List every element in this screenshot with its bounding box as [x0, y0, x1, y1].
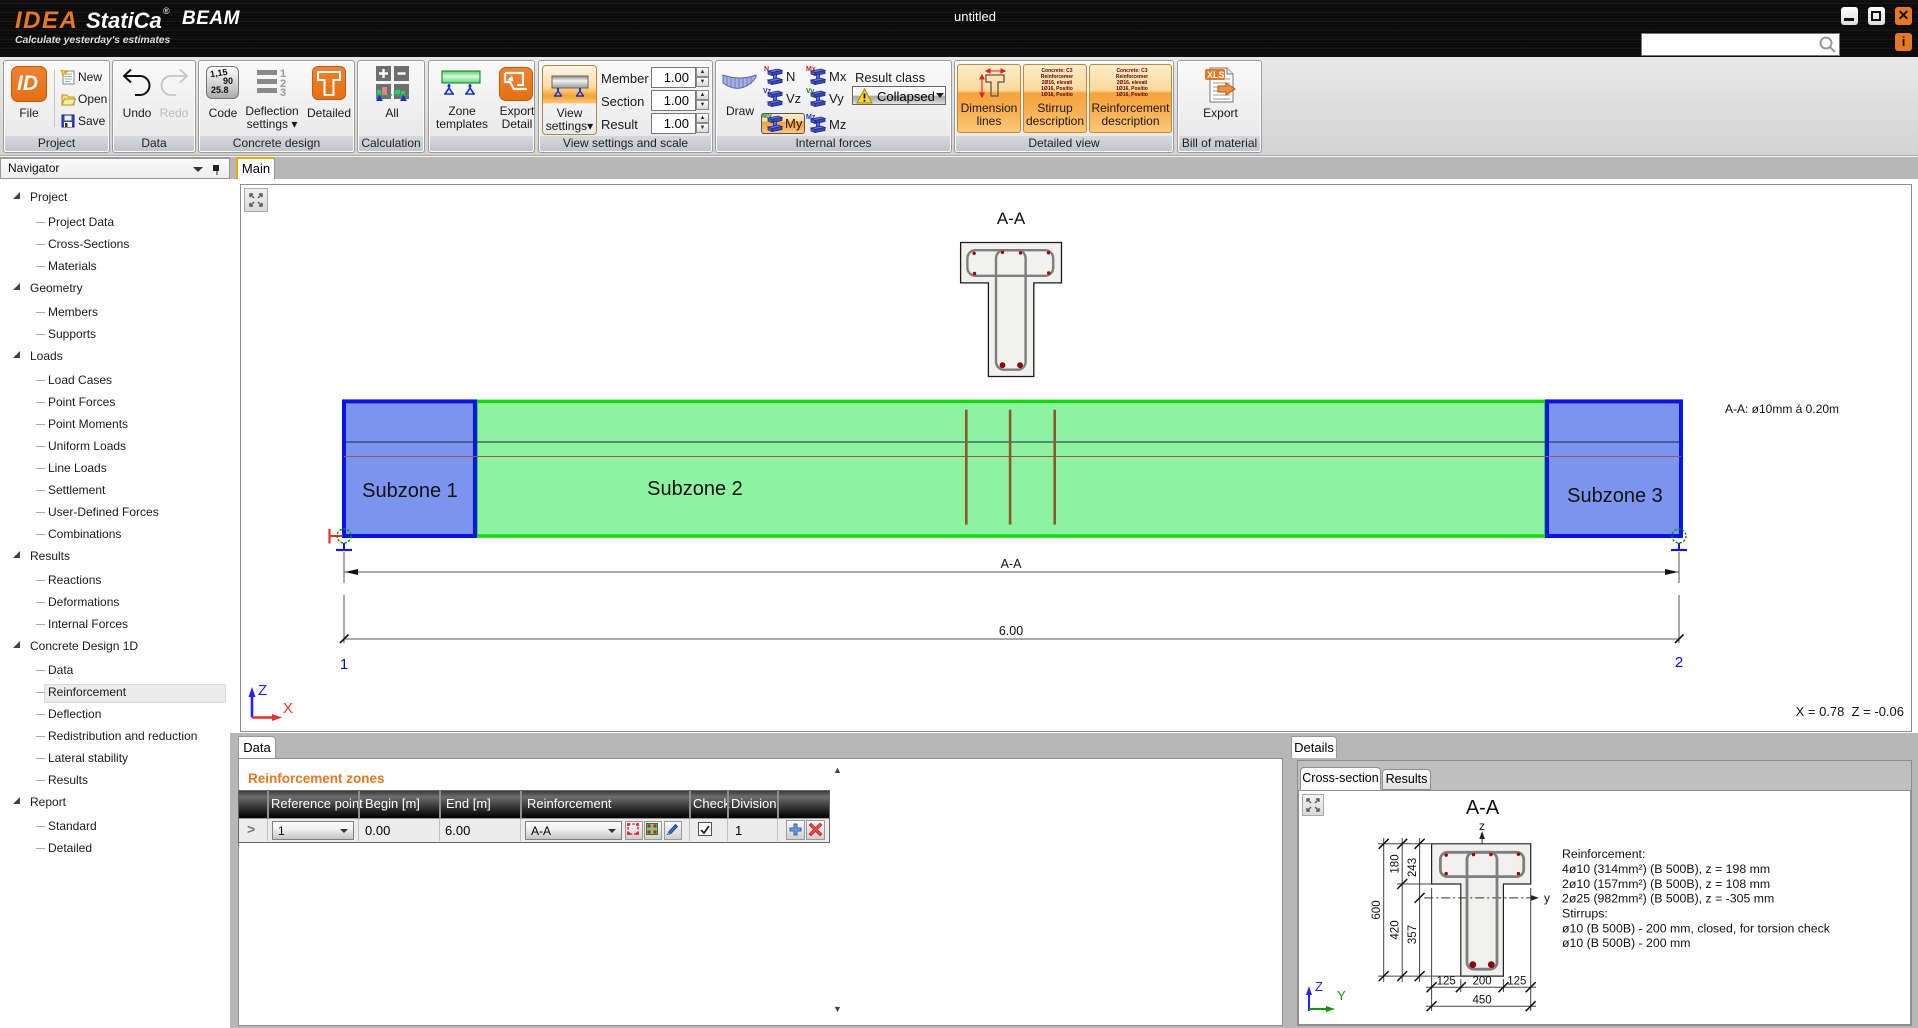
svg-text:125: 125: [1437, 976, 1456, 988]
svg-text:A-A: A-A: [1466, 797, 1500, 819]
svg-text:ø10 (B 500B) - 200 mm, closed,: ø10 (B 500B) - 200 mm, closed, for torsi…: [1562, 921, 1831, 935]
svg-text:ø10 (B 500B) - 200 mm: ø10 (B 500B) - 200 mm: [1562, 936, 1690, 950]
svg-text:2: 2: [1675, 654, 1683, 671]
svg-text:420: 420: [1390, 920, 1402, 939]
svg-text:X = 0.78 Z = -0.06: X = 0.78 Z = -0.06: [1796, 704, 1904, 719]
svg-text:600: 600: [1371, 900, 1383, 919]
svg-text:XLS: XLS: [1207, 70, 1225, 80]
svg-text:3: 3: [280, 87, 286, 99]
svg-text:Z: Z: [1315, 979, 1323, 994]
svg-text:2ø10 (157mm²) (B 500B), z = 10: 2ø10 (157mm²) (B 500B), z = 108 mm: [1562, 877, 1770, 891]
svg-text:A-A: A-A: [997, 209, 1026, 228]
svg-text:y: y: [1544, 891, 1550, 905]
svg-text:X: X: [283, 700, 293, 717]
svg-text:243: 243: [1407, 858, 1419, 877]
svg-text:z: z: [1479, 819, 1485, 833]
svg-text:Subzone 1: Subzone 1: [362, 480, 458, 502]
svg-text:Z: Z: [258, 682, 267, 699]
svg-text:Y: Y: [1337, 988, 1346, 1003]
svg-text:Reinforcement:: Reinforcement:: [1562, 847, 1645, 861]
svg-text:200: 200: [1473, 976, 1492, 988]
svg-text:6.00: 6.00: [999, 624, 1023, 638]
svg-text:2ø25 (982mm²) (B 500B), z = -3: 2ø25 (982mm²) (B 500B), z = -305 mm: [1562, 892, 1774, 906]
svg-text:Subzone 2: Subzone 2: [647, 478, 743, 500]
svg-text:Stirrups:: Stirrups:: [1562, 906, 1608, 920]
svg-text:4ø10 (314mm²) (B 500B), z = 19: 4ø10 (314mm²) (B 500B), z = 198 mm: [1562, 862, 1770, 876]
svg-text:450: 450: [1473, 995, 1492, 1007]
svg-text:357: 357: [1407, 925, 1419, 944]
svg-text:180: 180: [1390, 854, 1402, 873]
svg-text:A-A: A-A: [1001, 557, 1023, 571]
svg-text:1: 1: [340, 656, 348, 673]
svg-text:A-A: ø10mm á 0.20m: A-A: ø10mm á 0.20m: [1725, 402, 1839, 416]
svg-text:Subzone 3: Subzone 3: [1567, 485, 1663, 507]
svg-text:125: 125: [1507, 976, 1526, 988]
